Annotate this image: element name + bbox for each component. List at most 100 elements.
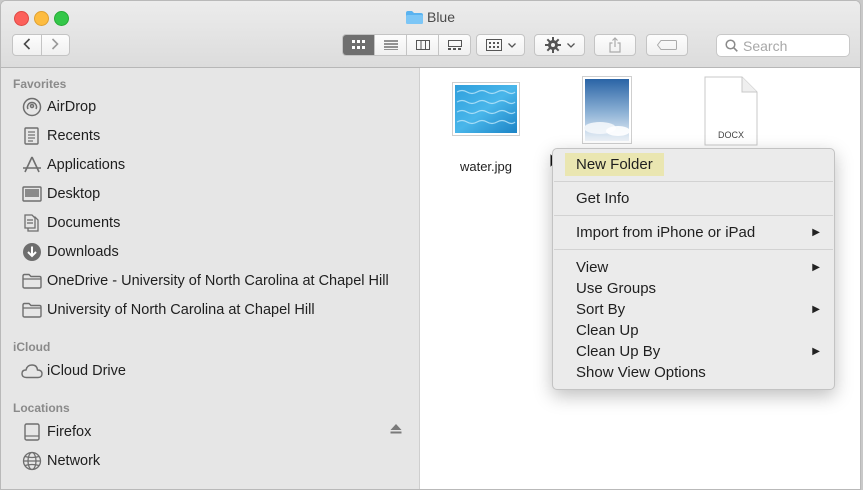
chevron-down-icon bbox=[507, 42, 516, 48]
search-icon bbox=[725, 39, 738, 52]
sidebar-item-label: Firefox bbox=[47, 424, 92, 440]
window-title-text: Blue bbox=[426, 9, 456, 25]
menu-separator bbox=[554, 249, 833, 250]
menu-item-view[interactable]: View ▶ bbox=[553, 257, 834, 278]
menu-item-new-folder[interactable]: New Folder bbox=[553, 153, 834, 176]
gallery-view-button[interactable] bbox=[439, 35, 470, 55]
submenu-arrow-icon: ▶ bbox=[812, 346, 820, 357]
menu-item-get-info[interactable]: Get Info bbox=[553, 188, 834, 209]
menu-item-label: Use Groups bbox=[576, 280, 657, 297]
sidebar-item-icloud-drive[interactable]: iCloud Drive bbox=[21, 360, 126, 382]
menu-separator bbox=[554, 215, 833, 216]
menu-item-label: View bbox=[576, 259, 609, 276]
action-menu-button[interactable] bbox=[534, 34, 585, 56]
icon-grid-icon bbox=[351, 40, 365, 49]
context-menu: New Folder Get Info Import from iPhone o… bbox=[552, 148, 835, 390]
chevron-right-icon bbox=[52, 38, 59, 50]
finder-window: Blue Search Favorites AirDrop Recents Ap… bbox=[0, 0, 861, 490]
file-item[interactable]: water.jpg bbox=[450, 82, 522, 174]
sidebar-item-documents[interactable]: Documents bbox=[21, 212, 120, 234]
sidebar-item-downloads[interactable]: Downloads bbox=[21, 241, 119, 263]
share-button[interactable] bbox=[594, 34, 636, 56]
cloud-icon bbox=[21, 361, 43, 381]
sidebar: Favorites AirDrop Recents Applications D… bbox=[1, 68, 420, 489]
sky-image-thumbnail bbox=[582, 76, 632, 144]
tag-icon bbox=[657, 40, 677, 50]
menu-item-clean-up-by[interactable]: Clean Up By ▶ bbox=[553, 341, 834, 362]
folder-icon bbox=[21, 300, 43, 320]
sidebar-item-label: University of North Carolina at Chapel H… bbox=[47, 302, 315, 318]
share-icon bbox=[609, 37, 621, 53]
menu-separator bbox=[554, 181, 833, 182]
file-item[interactable] bbox=[581, 76, 633, 149]
columns-icon bbox=[415, 40, 430, 50]
window-title: Blue bbox=[1, 9, 860, 25]
sidebar-item-label: iCloud Drive bbox=[47, 363, 126, 379]
docx-file-icon: DOCX bbox=[704, 76, 758, 146]
sidebar-item-label: AirDrop bbox=[47, 99, 97, 115]
menu-item-show-view-options[interactable]: Show View Options bbox=[553, 362, 834, 383]
forward-button[interactable] bbox=[42, 35, 70, 55]
sidebar-item-recents[interactable]: Recents bbox=[21, 125, 100, 147]
menu-item-import-from-iphone[interactable]: Import from iPhone or iPad ▶ bbox=[553, 222, 834, 243]
toolbar: Blue bbox=[1, 1, 860, 68]
group-by-button[interactable] bbox=[476, 34, 525, 56]
sidebar-item-label: Recents bbox=[47, 128, 101, 144]
menu-item-use-groups[interactable]: Use Groups bbox=[553, 278, 834, 299]
sidebar-section-favorites: Favorites bbox=[13, 77, 67, 91]
sidebar-item-label: Desktop bbox=[47, 186, 101, 202]
submenu-arrow-icon: ▶ bbox=[812, 227, 820, 238]
menu-item-clean-up[interactable]: Clean Up bbox=[553, 320, 834, 341]
downloads-icon bbox=[21, 242, 43, 262]
column-view-button[interactable] bbox=[407, 35, 439, 55]
folder-icon bbox=[405, 11, 423, 24]
docx-badge: DOCX bbox=[718, 130, 744, 140]
view-mode-control bbox=[342, 34, 471, 56]
search-field[interactable] bbox=[716, 34, 850, 57]
chevron-down-icon bbox=[566, 42, 575, 48]
sidebar-item-firefox[interactable]: Firefox bbox=[21, 421, 91, 443]
menu-item-label: Get Info bbox=[576, 190, 630, 207]
sidebar-item-label: OneDrive - University of North Carolina … bbox=[47, 273, 389, 289]
sidebar-item-onedrive-unc[interactable]: OneDrive - University of North Carolina … bbox=[21, 270, 389, 292]
sidebar-item-label: Applications bbox=[47, 157, 126, 173]
disk-icon bbox=[21, 422, 43, 442]
edit-tags-button[interactable] bbox=[646, 34, 688, 56]
menu-item-label: New Folder bbox=[565, 153, 664, 176]
sidebar-section-locations: Locations bbox=[13, 401, 70, 415]
sidebar-item-airdrop[interactable]: AirDrop bbox=[21, 96, 96, 118]
sidebar-item-label: Downloads bbox=[47, 244, 119, 260]
sidebar-item-desktop[interactable]: Desktop bbox=[21, 183, 100, 205]
search-input[interactable] bbox=[738, 37, 839, 54]
menu-item-label: Import from iPhone or iPad bbox=[576, 224, 756, 241]
applications-icon bbox=[21, 155, 43, 175]
sidebar-item-label: Documents bbox=[47, 215, 121, 231]
eject-icon[interactable] bbox=[390, 424, 402, 434]
group-grid-icon bbox=[485, 39, 502, 51]
back-button[interactable] bbox=[13, 35, 42, 55]
documents-icon bbox=[21, 213, 43, 233]
navigation-buttons bbox=[12, 34, 70, 56]
water-image-thumbnail bbox=[452, 82, 520, 136]
menu-item-label: Sort By bbox=[576, 301, 626, 318]
file-item[interactable]: DOCX bbox=[701, 76, 759, 151]
sidebar-item-applications[interactable]: Applications bbox=[21, 154, 125, 176]
sidebar-item-unc[interactable]: University of North Carolina at Chapel H… bbox=[21, 299, 315, 321]
list-view-button[interactable] bbox=[375, 35, 407, 55]
sidebar-item-label: Network bbox=[47, 453, 101, 469]
folder-icon bbox=[21, 271, 43, 291]
submenu-arrow-icon: ▶ bbox=[812, 304, 820, 315]
desktop-icon bbox=[21, 184, 43, 204]
menu-item-sort-by[interactable]: Sort By ▶ bbox=[553, 299, 834, 320]
submenu-arrow-icon: ▶ bbox=[812, 262, 820, 273]
sidebar-section-icloud: iCloud bbox=[13, 340, 51, 354]
menu-item-label: Clean Up By bbox=[576, 343, 661, 360]
gallery-icon bbox=[447, 40, 462, 50]
airdrop-icon bbox=[21, 97, 43, 117]
file-name: water.jpg bbox=[459, 159, 513, 174]
chevron-left-icon bbox=[23, 38, 30, 50]
menu-item-label: Show View Options bbox=[576, 364, 706, 381]
menu-item-label: Clean Up bbox=[576, 322, 639, 339]
sidebar-item-network[interactable]: Network bbox=[21, 450, 100, 472]
icon-view-button[interactable] bbox=[343, 35, 375, 55]
